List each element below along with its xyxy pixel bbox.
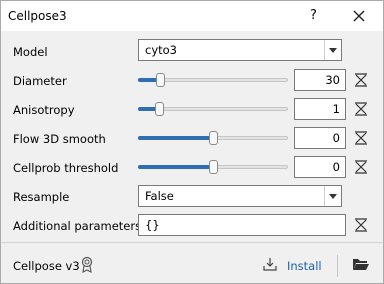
- anisotropy-label: Anisotropy: [13, 103, 75, 117]
- flow3d-label: Flow 3D smooth: [13, 132, 106, 146]
- additional-parameters-label: Additional parameters: [13, 219, 142, 233]
- parameters-panel: Model cyto3 Diameter 30 Anisotropy 1 Flo…: [1, 31, 383, 283]
- close-icon[interactable]: [351, 8, 367, 24]
- reset-icon[interactable]: [353, 217, 369, 233]
- cellpose3-dialog: Cellpose3 ? Model cyto3 Diameter 30 Anis…: [0, 0, 384, 284]
- help-button[interactable]: ?: [310, 8, 317, 23]
- plugin-name: Cellpose v3: [13, 259, 80, 273]
- footer-divider: [1, 242, 383, 243]
- cellprob-input[interactable]: 0: [294, 156, 346, 178]
- resample-value: False: [145, 189, 174, 203]
- slider-fill: [138, 165, 214, 169]
- anisotropy-slider[interactable]: [138, 98, 288, 120]
- slider-handle[interactable]: [209, 131, 218, 145]
- flow3d-slider[interactable]: [138, 127, 288, 149]
- diameter-label: Diameter: [13, 74, 67, 88]
- cellprob-slider[interactable]: [138, 156, 288, 178]
- slider-handle[interactable]: [155, 102, 164, 116]
- install-button[interactable]: Install: [287, 259, 322, 273]
- resample-select[interactable]: False: [138, 185, 342, 207]
- cellprob-label: Cellprob threshold: [13, 161, 119, 175]
- diameter-input[interactable]: 30: [294, 69, 346, 91]
- reset-icon[interactable]: [353, 72, 369, 88]
- award-icon: [81, 256, 93, 273]
- model-value: cyto3: [145, 43, 177, 57]
- model-select[interactable]: cyto3: [138, 39, 342, 61]
- folder-open-icon[interactable]: [352, 257, 370, 271]
- chevron-down-icon[interactable]: [329, 48, 337, 53]
- reset-icon[interactable]: [353, 130, 369, 146]
- chevron-down-icon[interactable]: [329, 194, 337, 199]
- combo-divider: [324, 40, 325, 60]
- resample-label: Resample: [13, 190, 70, 204]
- window-title: Cellpose3: [8, 9, 67, 23]
- slider-handle[interactable]: [209, 160, 218, 174]
- slider-handle[interactable]: [156, 73, 165, 87]
- download-icon[interactable]: [263, 257, 277, 271]
- anisotropy-input[interactable]: 1: [294, 98, 346, 120]
- diameter-slider[interactable]: [138, 69, 288, 91]
- slider-fill: [138, 136, 214, 140]
- footer-separator: [337, 255, 338, 277]
- reset-icon[interactable]: [353, 159, 369, 175]
- model-label: Model: [13, 45, 48, 59]
- combo-divider: [324, 186, 325, 206]
- additional-parameters-input[interactable]: {}: [138, 214, 346, 236]
- title-bar: Cellpose3 ?: [1, 1, 383, 31]
- reset-icon[interactable]: [353, 101, 369, 117]
- flow3d-input[interactable]: 0: [294, 127, 346, 149]
